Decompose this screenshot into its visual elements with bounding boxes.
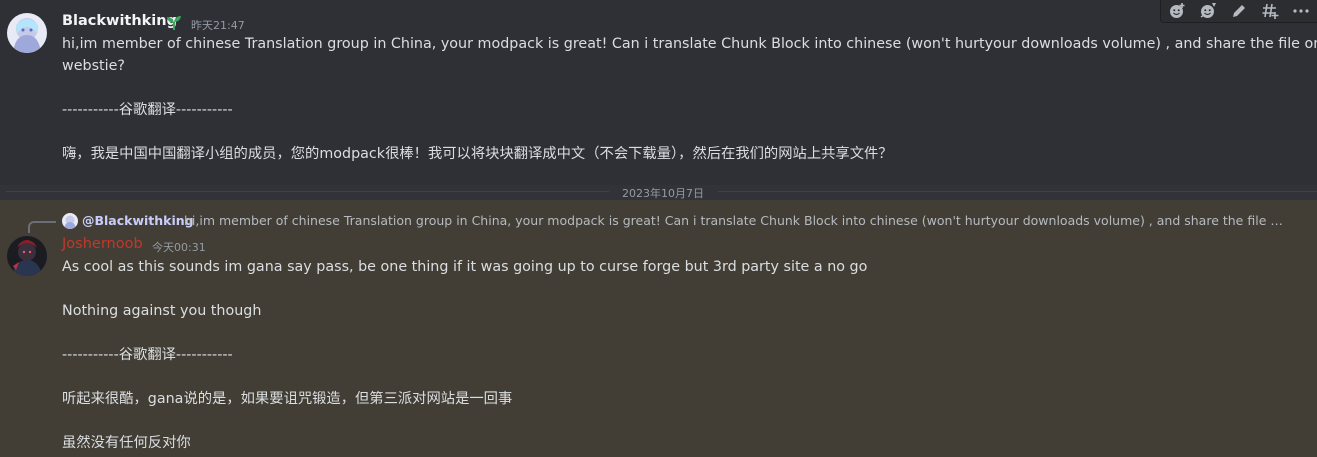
message-line: -----------谷歌翻译----------- [62, 102, 233, 118]
date-divider-label: 2023年10月7日 [622, 187, 704, 200]
message-timestamp: 昨天21:47 [191, 19, 245, 32]
create-thread-icon[interactable] [1255, 0, 1286, 22]
edit-icon[interactable] [1223, 0, 1254, 22]
message-line: Nothing against you though [62, 303, 262, 319]
sprout-badge-icon [164, 13, 184, 31]
avatar-joshernoob[interactable] [7, 236, 47, 276]
message-line: 听起来很酷，gana说的是，如果要诅咒锻造，但第三派对网站是一回事 [62, 391, 513, 407]
more-icon[interactable] [1286, 0, 1317, 22]
message-line: As cool as this sounds im gana say pass,… [62, 259, 868, 275]
add-reaction-icon[interactable] [1161, 0, 1192, 22]
message-line: -----------谷歌翻译----------- [62, 347, 233, 363]
avatar-blackwithking[interactable] [7, 13, 47, 53]
message-line: 虽然没有任何反对你 [62, 435, 191, 451]
reply-avatar[interactable] [62, 213, 78, 229]
message-line: hi,im member of chinese Translation grou… [62, 36, 1317, 52]
author-name[interactable]: Blackwithking [62, 13, 177, 29]
message-line: webstie? [62, 58, 125, 74]
message-timestamp: 今天00:31 [152, 241, 206, 254]
add-super-reaction-icon[interactable] [1192, 0, 1223, 22]
reply-connector [28, 221, 56, 233]
message-line: 嗨，我是中国中国翻译小组的成员，您的modpack很棒！我可以将块块翻译成中文（… [62, 146, 893, 162]
reply-author[interactable]: @Blackwithking [82, 213, 194, 228]
reply-preview-text[interactable]: hi,im member of chinese Translation grou… [184, 213, 1286, 228]
author-name[interactable]: Joshernoob [62, 236, 143, 252]
message-toolbar [1160, 0, 1317, 23]
